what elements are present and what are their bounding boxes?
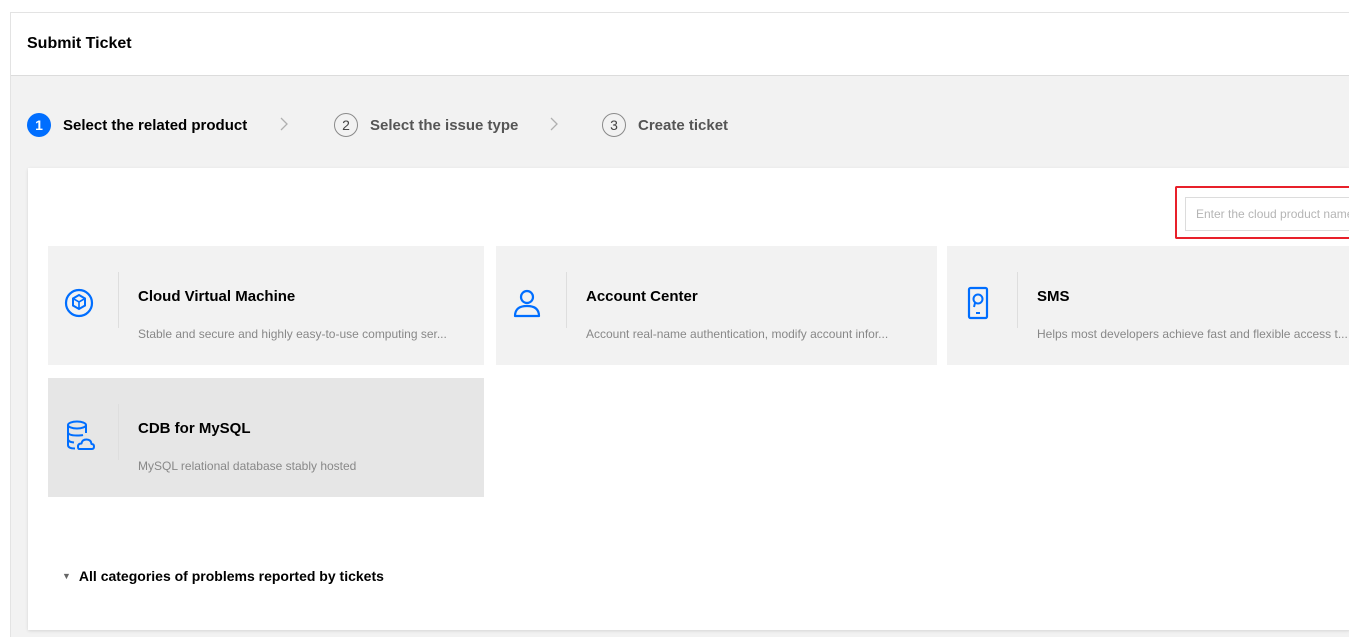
- card-divider: [1017, 272, 1018, 328]
- page-header: Submit Ticket: [11, 13, 1349, 76]
- step-1-number: 1: [27, 113, 51, 137]
- all-categories-toggle[interactable]: ▼ All categories of problems reported by…: [62, 568, 384, 584]
- card-divider: [118, 404, 119, 460]
- page-title: Submit Ticket: [27, 35, 132, 52]
- product-card-cloud-virtual-machine[interactable]: Cloud Virtual Machine Stable and secure …: [48, 246, 484, 365]
- product-name: SMS: [1037, 288, 1070, 305]
- step-1: 1 Select the related product: [27, 110, 247, 140]
- product-card-account-center[interactable]: Account Center Account real-name authent…: [496, 246, 937, 365]
- chevron-right-icon: [549, 116, 561, 134]
- user-icon: [510, 286, 544, 320]
- product-search-input[interactable]: [1185, 197, 1349, 231]
- product-selection-area: Cloud Virtual Machine Stable and secure …: [28, 168, 1349, 630]
- product-card-sms[interactable]: SMS Helps most developers achieve fast a…: [947, 246, 1349, 365]
- product-card-cdb-for-mysql[interactable]: CDB for MySQL MySQL relational database …: [48, 378, 484, 497]
- all-categories-label: All categories of problems reported by t…: [78, 568, 384, 584]
- product-name: Cloud Virtual Machine: [138, 288, 296, 305]
- step-3-label: Create ticket: [638, 116, 729, 134]
- step-3-number: 3: [602, 113, 626, 137]
- database-icon: [62, 418, 96, 452]
- sms-icon: [961, 286, 995, 320]
- step-2-label: Select the issue type: [370, 116, 519, 134]
- card-divider: [118, 272, 119, 328]
- product-name: Account Center: [586, 288, 698, 305]
- step-2: 2 Select the issue type: [334, 110, 518, 140]
- cloud-virtual-machine-icon: [62, 286, 96, 320]
- step-1-label: Select the related product: [63, 116, 248, 134]
- step-3: 3 Create ticket: [602, 110, 728, 140]
- product-description: Helps most developers achieve fast and f…: [1037, 327, 1348, 341]
- product-name: CDB for MySQL: [138, 420, 251, 437]
- step-2-number: 2: [334, 113, 358, 137]
- ticket-panel: Submit Ticket 1 Select the related produ…: [10, 12, 1349, 637]
- chevron-right-icon: [279, 116, 291, 134]
- product-description: Account real-name authentication, modify…: [586, 327, 889, 341]
- caret-down-icon: ▼: [62, 571, 71, 581]
- card-divider: [566, 272, 567, 328]
- search-highlight: [1175, 186, 1349, 239]
- product-description: Stable and secure and highly easy-to-use…: [138, 327, 447, 341]
- product-description: MySQL relational database stably hosted: [138, 459, 357, 473]
